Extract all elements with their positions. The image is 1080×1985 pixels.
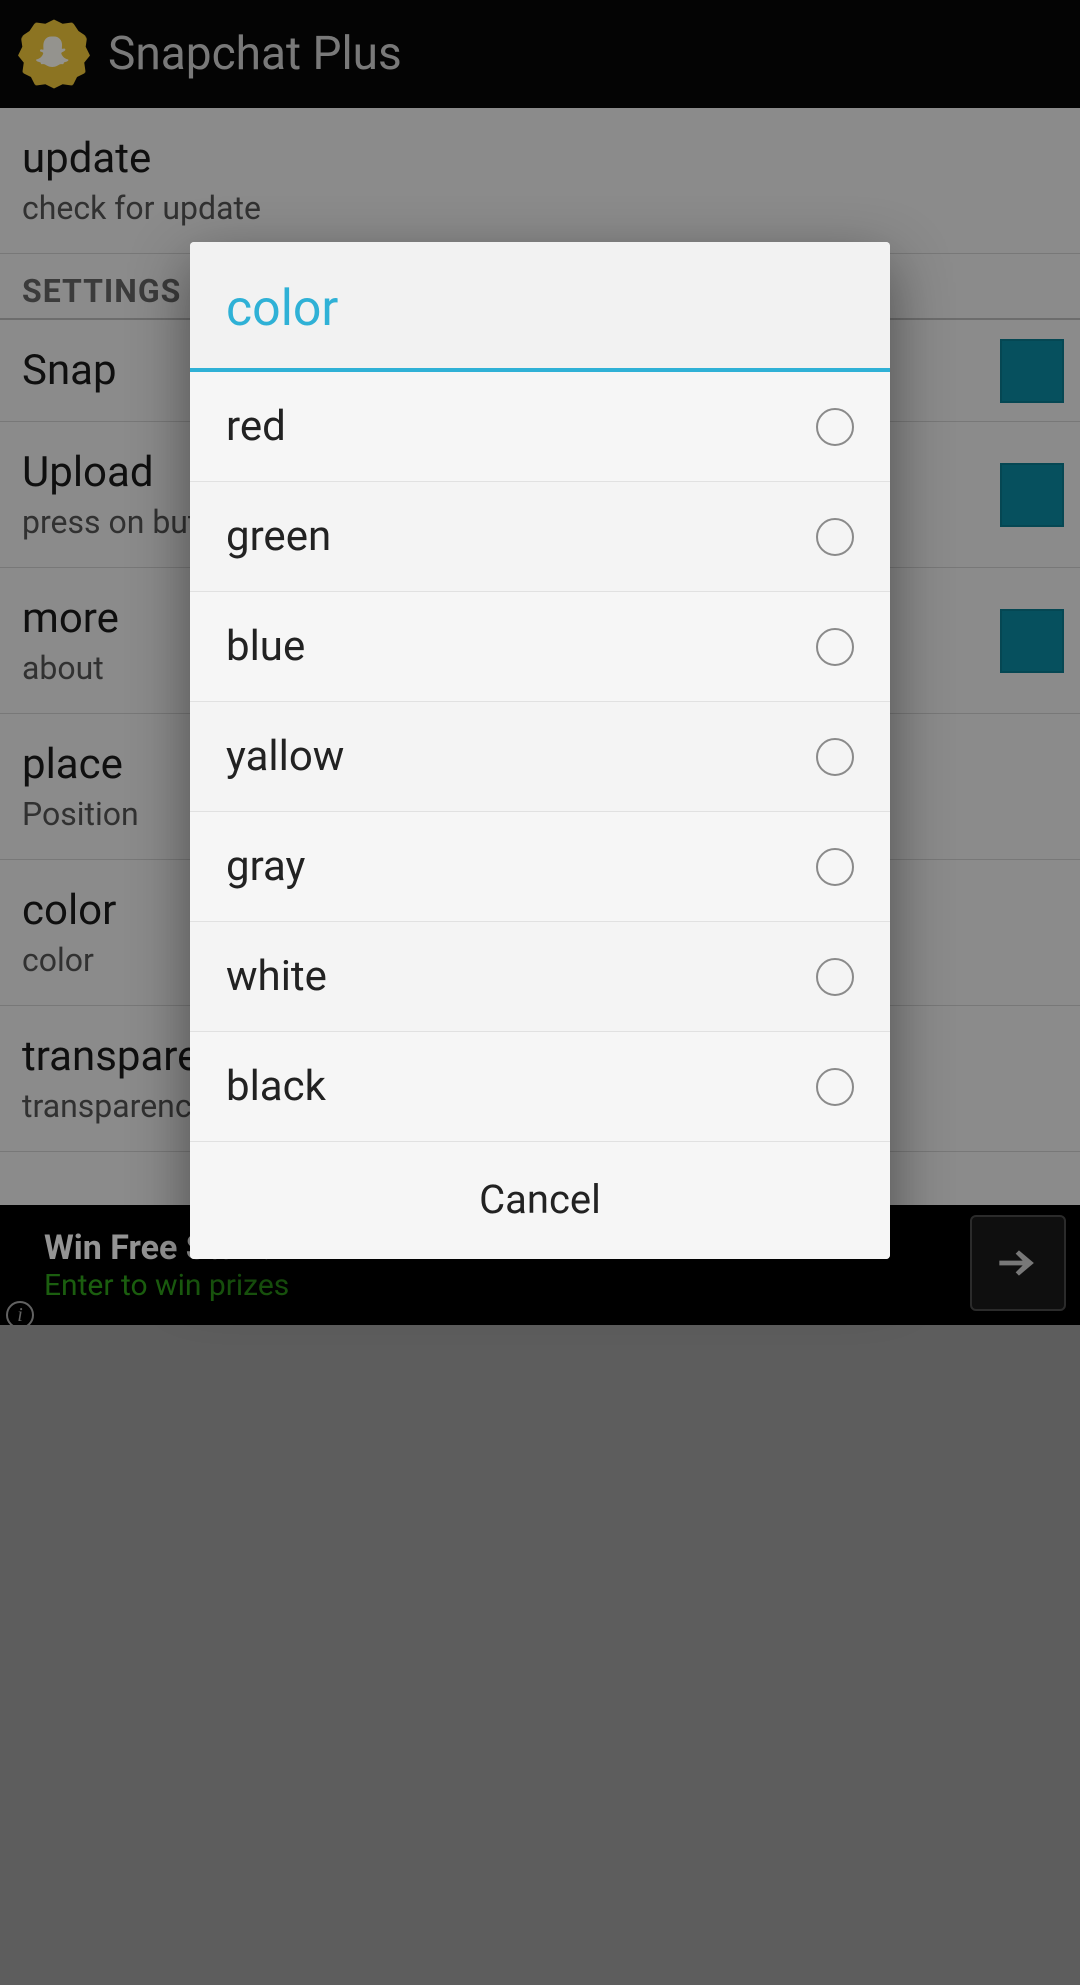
option-green[interactable]: green	[190, 482, 890, 592]
radio-icon[interactable]	[816, 958, 854, 996]
option-blue[interactable]: blue	[190, 592, 890, 702]
radio-icon[interactable]	[816, 738, 854, 776]
option-label: white	[226, 952, 327, 1001]
option-label: gray	[226, 842, 305, 891]
option-yallow[interactable]: yallow	[190, 702, 890, 812]
option-black[interactable]: black	[190, 1032, 890, 1142]
option-gray[interactable]: gray	[190, 812, 890, 922]
cancel-button[interactable]: Cancel	[190, 1142, 890, 1259]
option-label: red	[226, 402, 286, 451]
option-red[interactable]: red	[190, 372, 890, 482]
radio-icon[interactable]	[816, 628, 854, 666]
radio-icon[interactable]	[816, 408, 854, 446]
option-label: blue	[226, 622, 305, 671]
option-label: green	[226, 512, 331, 561]
dialog-options: red green blue yallow gray white black	[190, 372, 890, 1142]
radio-icon[interactable]	[816, 848, 854, 886]
option-white[interactable]: white	[190, 922, 890, 1032]
option-label: yallow	[226, 732, 344, 781]
radio-icon[interactable]	[816, 518, 854, 556]
dialog-title: color	[190, 242, 890, 372]
color-dialog: color red green blue yallow gray white b…	[190, 242, 890, 1259]
radio-icon[interactable]	[816, 1068, 854, 1106]
option-label: black	[226, 1062, 326, 1111]
